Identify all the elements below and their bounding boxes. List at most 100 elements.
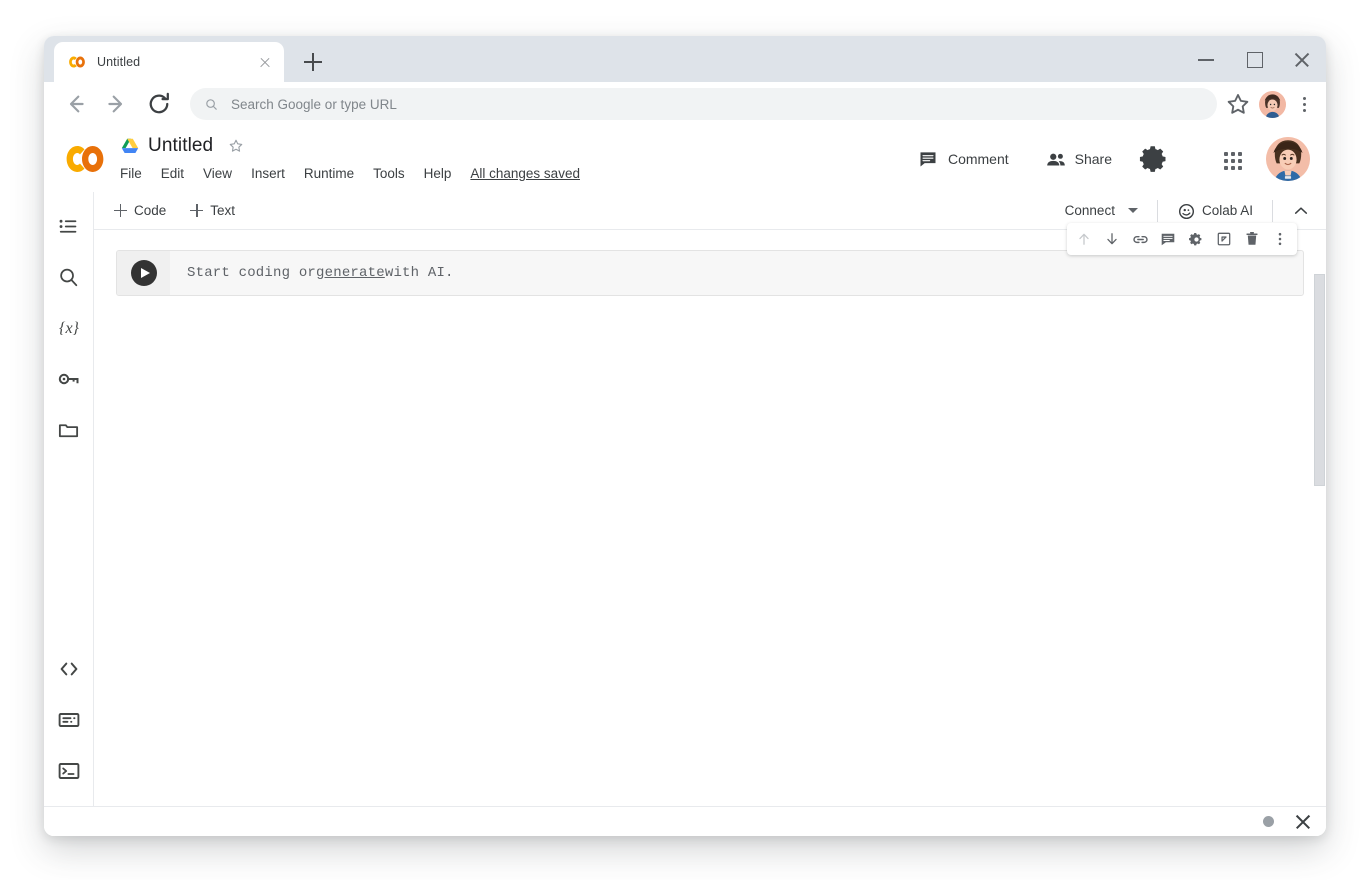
tab-strip: Untitled — [44, 36, 1326, 82]
colab-favicon — [68, 53, 86, 71]
menu-file[interactable]: File — [120, 166, 142, 181]
colab-body: {x} — [44, 192, 1326, 806]
more-cell-actions-button[interactable] — [1266, 225, 1294, 253]
list-icon — [57, 215, 80, 238]
connect-button-label: Connect — [1065, 203, 1115, 218]
move-cell-up-button[interactable] — [1070, 225, 1098, 253]
window-controls — [1182, 36, 1326, 82]
mirror-cell-button[interactable] — [1210, 225, 1238, 253]
generate-with-ai-link[interactable]: generate — [316, 265, 385, 281]
window-close-button[interactable] — [1278, 36, 1326, 82]
code-brackets-icon — [57, 657, 81, 681]
connect-button[interactable]: Connect — [1055, 196, 1144, 226]
toolbar-divider-2 — [1272, 200, 1273, 222]
page-title[interactable]: Untitled — [148, 135, 213, 157]
menu-insert[interactable]: Insert — [251, 166, 285, 181]
notebook-scrollbar[interactable] — [1313, 268, 1326, 806]
plus-icon — [114, 204, 127, 217]
sidebar-item-secrets[interactable] — [51, 361, 87, 397]
sidebar-item-variables[interactable]: {x} — [51, 310, 87, 346]
chevron-down-icon — [1128, 208, 1138, 213]
header-actions: Comment Share — [908, 137, 1310, 181]
cell-settings-button[interactable] — [1182, 225, 1210, 253]
star-outline-icon[interactable] — [227, 137, 245, 155]
comment-icon — [918, 149, 938, 169]
sidebar-item-command-palette[interactable] — [51, 702, 87, 738]
tab-title: Untitled — [97, 55, 256, 69]
status-close-icon[interactable] — [1294, 813, 1312, 831]
colab-sidebar: {x} — [44, 192, 94, 806]
sidebar-item-find-and-replace[interactable] — [51, 259, 87, 295]
search-icon — [57, 266, 80, 289]
settings-button[interactable] — [1138, 142, 1172, 176]
comment-button-label: Comment — [948, 151, 1009, 167]
colab-ai-icon — [1177, 202, 1195, 220]
key-icon — [57, 367, 81, 391]
plus-icon — [190, 204, 203, 217]
account-avatar[interactable] — [1266, 137, 1310, 181]
reload-button[interactable] — [143, 88, 175, 120]
notebook-cell-area: Start coding or generate with AI. — [94, 230, 1326, 806]
browser-tab[interactable]: Untitled — [54, 42, 284, 82]
menu-view[interactable]: View — [203, 166, 232, 181]
menu-bar: File Edit View Insert Runtime Tools Help… — [120, 161, 580, 187]
browser-profile-avatar[interactable] — [1259, 91, 1286, 118]
window-maximize-button[interactable] — [1230, 36, 1278, 82]
cell-run-gutter — [117, 251, 170, 295]
add-text-cell-button[interactable]: Text — [182, 197, 243, 225]
chevron-up-icon — [1291, 201, 1311, 221]
menu-tools[interactable]: Tools — [373, 166, 405, 181]
colab-ai-button[interactable]: Colab AI — [1171, 196, 1259, 226]
sidebar-item-table-of-contents[interactable] — [51, 208, 87, 244]
svg-text:{x}: {x} — [59, 320, 80, 337]
folder-icon — [57, 419, 80, 442]
cell-text-before: Start coding or — [187, 265, 316, 281]
scrollbar-thumb[interactable] — [1314, 274, 1325, 486]
browser-toolbar: Search Google or type URL — [44, 82, 1326, 126]
comment-button[interactable]: Comment — [908, 141, 1019, 177]
colab-status-bar — [44, 806, 1326, 836]
window-minimize-button[interactable] — [1182, 36, 1230, 82]
tab-close-icon[interactable] — [256, 53, 274, 71]
bookmark-star-icon[interactable] — [1223, 89, 1253, 119]
menu-help[interactable]: Help — [424, 166, 452, 181]
new-tab-button[interactable] — [296, 45, 330, 79]
title-row: Untitled — [120, 132, 580, 160]
menu-edit[interactable]: Edit — [161, 166, 184, 181]
people-icon — [1045, 149, 1065, 169]
command-palette-icon — [57, 708, 81, 732]
menu-runtime[interactable]: Runtime — [304, 166, 354, 181]
browser-menu-icon[interactable] — [1290, 89, 1318, 119]
browser-toolbar-actions — [1223, 89, 1318, 119]
sidebar-item-files[interactable] — [51, 412, 87, 448]
collapse-toolbar-button[interactable] — [1286, 196, 1316, 226]
notebook-pane: Code Text Connect — [94, 192, 1326, 806]
save-status-link[interactable]: All changes saved — [470, 166, 580, 181]
colab-ai-label: Colab AI — [1202, 203, 1253, 218]
forward-button[interactable] — [101, 88, 133, 120]
run-cell-button[interactable] — [131, 260, 157, 286]
share-button[interactable]: Share — [1035, 141, 1122, 177]
google-drive-icon — [120, 137, 140, 155]
back-button[interactable] — [59, 88, 91, 120]
toolbar-divider — [1157, 200, 1158, 222]
colab-logo[interactable] — [64, 138, 106, 180]
add-code-cell-label: Code — [134, 203, 166, 218]
sidebar-item-code-snippets[interactable] — [51, 651, 87, 687]
add-code-cell-button[interactable]: Code — [106, 197, 174, 225]
terminal-icon — [57, 759, 81, 783]
cell-text-after: with AI. — [385, 265, 454, 281]
search-icon — [204, 97, 219, 112]
document-title-block: Untitled File Edit View Insert Runtime T… — [120, 132, 580, 187]
cell-toolbar — [1067, 223, 1297, 255]
cell-placeholder-text[interactable]: Start coding or generate with AI. — [170, 251, 1303, 295]
delete-cell-button[interactable] — [1238, 225, 1266, 253]
apps-grid-icon[interactable] — [1216, 142, 1250, 176]
move-cell-down-button[interactable] — [1098, 225, 1126, 253]
add-comment-button[interactable] — [1154, 225, 1182, 253]
code-cell[interactable]: Start coding or generate with AI. — [116, 250, 1304, 296]
address-bar-input[interactable]: Search Google or type URL — [190, 88, 1217, 120]
link-to-cell-button[interactable] — [1126, 225, 1154, 253]
add-text-cell-label: Text — [210, 203, 235, 218]
sidebar-item-terminal[interactable] — [51, 753, 87, 789]
